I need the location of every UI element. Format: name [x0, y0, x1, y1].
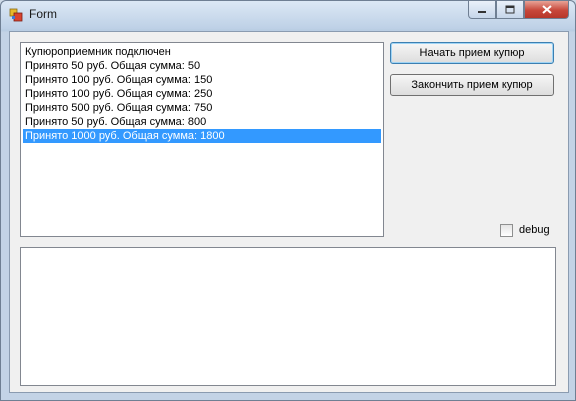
title-bar[interactable]: Form [1, 1, 575, 29]
start-accepting-button[interactable]: Начать прием купюр [390, 42, 554, 64]
maximize-button[interactable] [496, 1, 524, 19]
events-listbox[interactable]: Купюроприемник подключен Принято 50 руб.… [20, 42, 384, 237]
stop-accepting-button[interactable]: Закончить прием купюр [390, 74, 554, 96]
list-item[interactable]: Принято 100 руб. Общая сумма: 150 [23, 73, 381, 87]
debug-checkbox-group[interactable]: debug [500, 223, 550, 237]
form-client-area: Купюроприемник подключен Принято 50 руб.… [9, 31, 569, 393]
minimize-button[interactable] [468, 1, 496, 19]
maximize-icon [505, 5, 515, 14]
list-item[interactable]: Принято 50 руб. Общая сумма: 50 [23, 59, 381, 73]
form-app-icon [9, 8, 23, 22]
form-window: Form Купюроприемник подключен Принято 50… [0, 0, 576, 401]
minimize-icon [478, 10, 486, 13]
list-item[interactable]: Принято 100 руб. Общая сумма: 250 [23, 87, 381, 101]
list-item[interactable]: Купюроприемник подключен [23, 45, 381, 59]
window-title: Form [29, 7, 57, 21]
caption-buttons [468, 1, 569, 19]
log-textarea[interactable] [20, 247, 556, 386]
list-item[interactable]: Принято 50 руб. Общая сумма: 800 [23, 115, 381, 129]
debug-label: debug [519, 224, 550, 236]
close-button[interactable] [524, 1, 569, 19]
list-item[interactable]: Принято 500 руб. Общая сумма: 750 [23, 101, 381, 115]
list-item-selected[interactable]: Принято 1000 руб. Общая сумма: 1800 [23, 129, 381, 143]
close-icon [541, 5, 552, 14]
debug-checkbox[interactable] [500, 223, 513, 237]
